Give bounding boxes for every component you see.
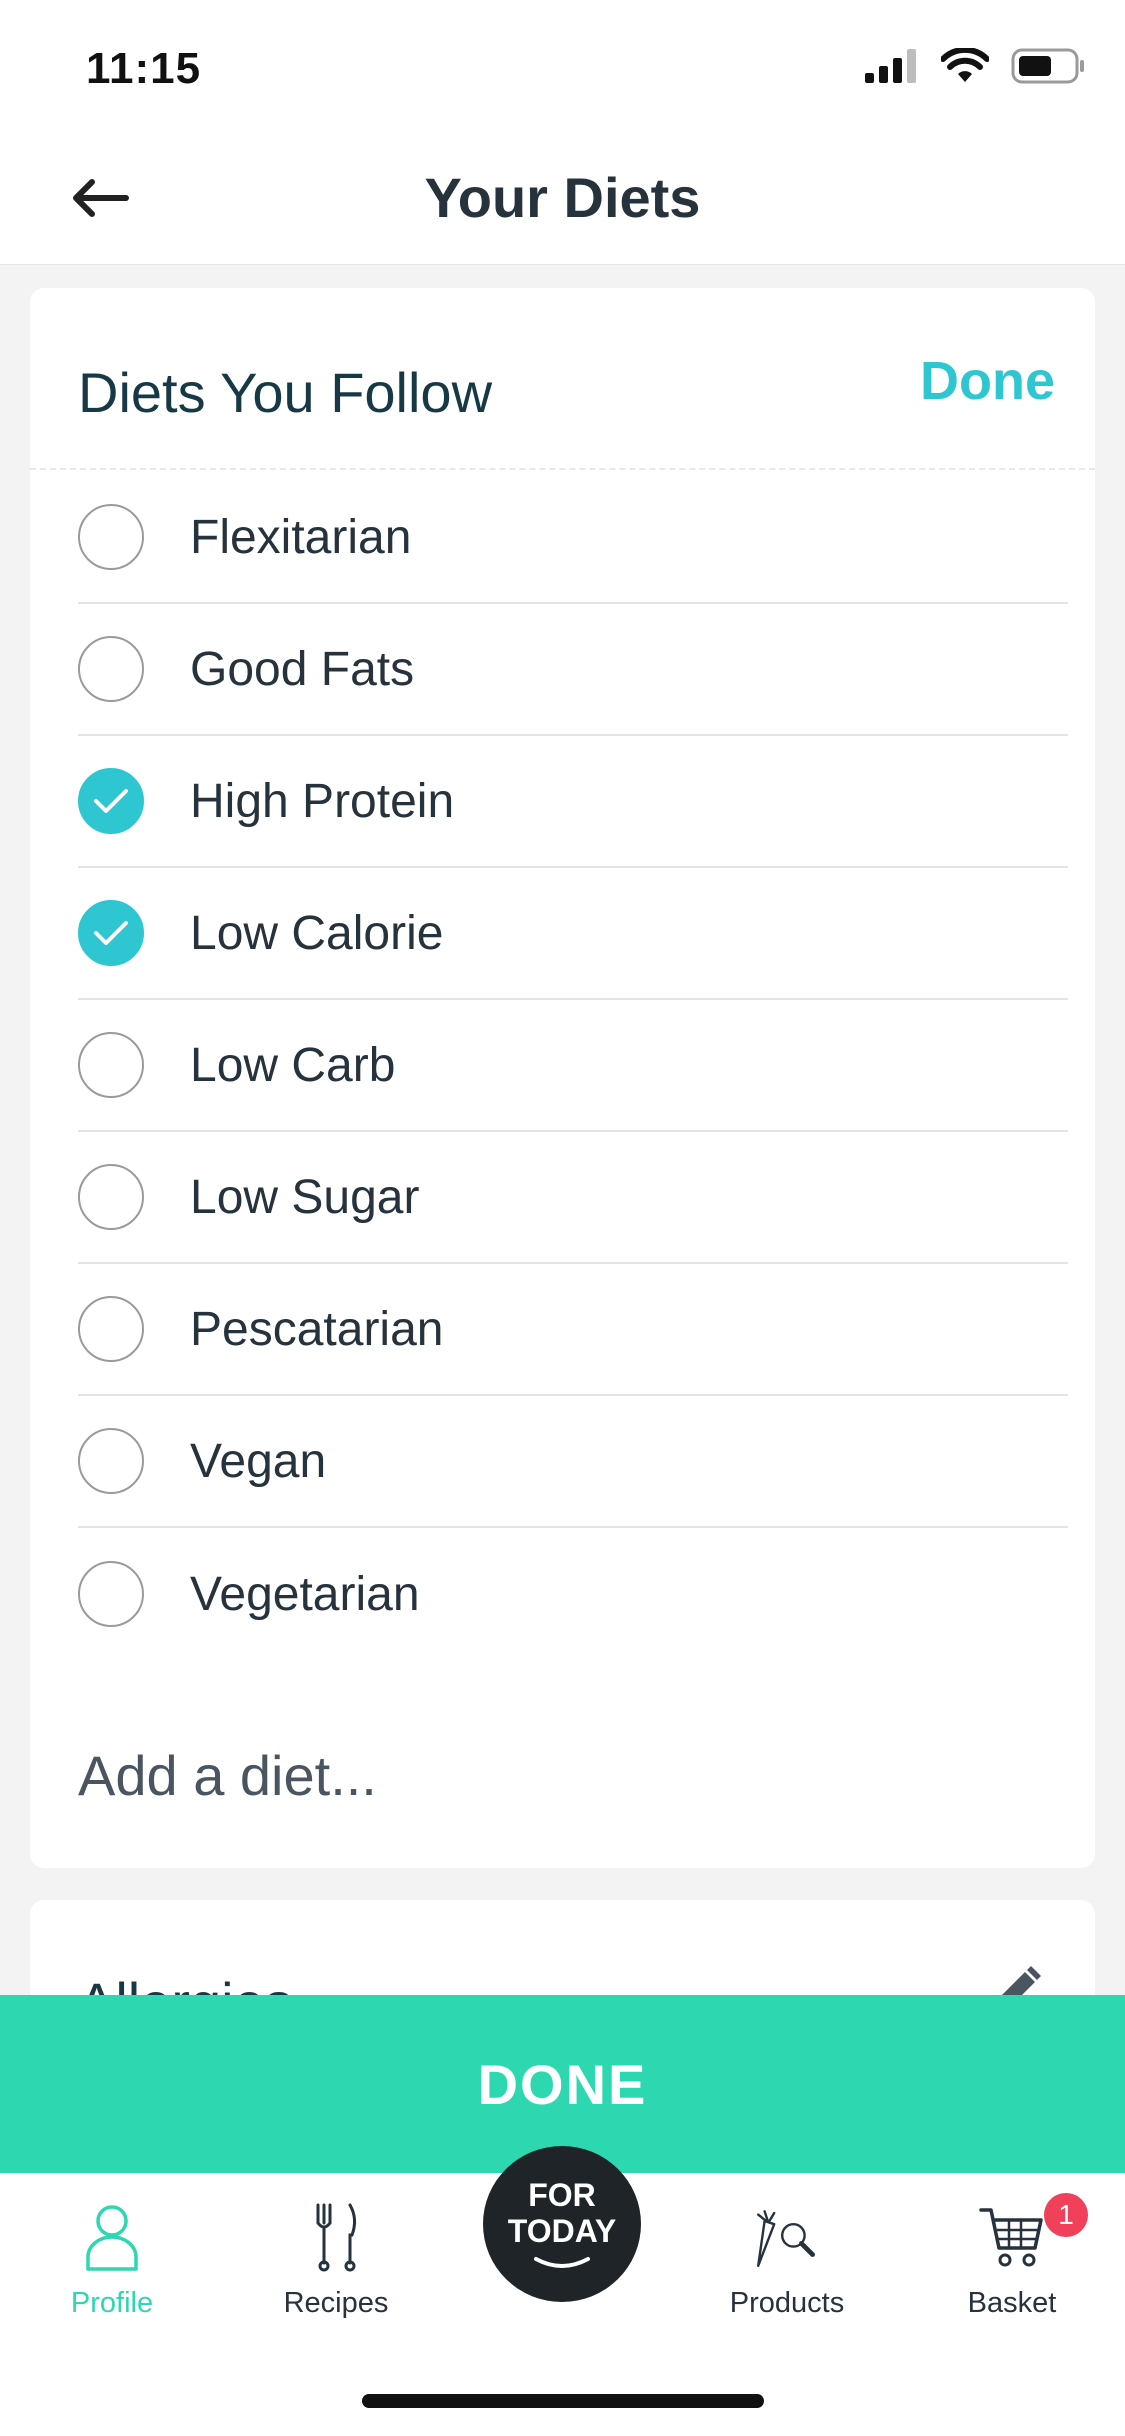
basket-count-badge: 1 [1044,2193,1088,2237]
diets-done-button[interactable]: Done [920,350,1055,412]
diet-label: Vegetarian [190,1567,420,1621]
diet-option-low-calorie[interactable]: Low Calorie [78,868,1068,1000]
diet-label: Low Sugar [190,1170,420,1224]
diet-list: Flexitarian Good Fats High Protein Low C… [78,472,1068,1660]
radio-button[interactable] [78,1296,144,1362]
diets-card: Diets You Follow Done Flexitarian Good F… [30,288,1095,1868]
diet-label: Pescatarian [190,1302,444,1356]
diets-card-title: Diets You Follow [78,361,493,424]
diet-label: High Protein [190,774,455,828]
status-time: 11:15 [86,44,202,93]
battery-icon [1011,48,1084,84]
radio-button[interactable] [78,768,144,834]
checkmark-icon [94,921,128,945]
tab-basket[interactable]: Basket 1 [922,2193,1102,2347]
diet-label: Flexitarian [190,510,412,564]
diet-label: Low Carb [190,1038,396,1092]
diet-label: Good Fats [190,642,415,696]
for-today-line1: FOR [528,2177,596,2213]
for-today-button[interactable]: FOR TODAY [483,2146,641,2302]
tab-products[interactable]: Products [697,2197,877,2347]
nav-header: Your Diets [0,135,1125,265]
smile-icon [534,2257,590,2268]
status-bar: 11:15 [0,0,1125,135]
home-indicator [362,2394,764,2408]
diet-option-vegan[interactable]: Vegan [78,1396,1068,1528]
radio-button[interactable] [78,1428,144,1494]
basket-icon [972,2197,1052,2277]
diet-label: Low Calorie [190,906,444,960]
signal-icon [865,49,916,83]
radio-button[interactable] [78,636,144,702]
tab-recipes[interactable]: Recipes [246,2197,426,2347]
radio-button[interactable] [78,1164,144,1230]
diet-option-high-protein[interactable]: High Protein [78,736,1068,868]
tab-label: Recipes [283,2287,389,2319]
diet-option-low-sugar[interactable]: Low Sugar [78,1132,1068,1264]
diet-option-flexitarian[interactable]: Flexitarian [78,472,1068,604]
diet-option-pescatarian[interactable]: Pescatarian [78,1264,1068,1396]
screen: 11:15 Your Diets Diets You Follow Done F… [0,0,1125,2436]
diet-option-good-fats[interactable]: Good Fats [78,604,1068,736]
radio-button[interactable] [78,1032,144,1098]
tab-profile[interactable]: Profile [22,2197,202,2347]
fork-knife-icon [296,2197,376,2277]
radio-button[interactable] [78,504,144,570]
radio-button[interactable] [78,1561,144,1627]
divider [30,468,1095,470]
tab-label: Profile [70,2287,154,2319]
diet-option-vegetarian[interactable]: Vegetarian [78,1528,1068,1660]
profile-icon [72,2197,152,2277]
page-title: Your Diets [424,166,701,229]
add-diet-input[interactable]: Add a diet... [78,1743,377,1808]
diet-option-low-carb[interactable]: Low Carb [78,1000,1068,1132]
tab-label: Products [729,2287,845,2319]
checkmark-icon [94,789,128,813]
radio-button[interactable] [78,900,144,966]
done-button-label: DONE [477,2052,648,2116]
for-today-line2: TODAY [507,2213,617,2249]
tab-label: Basket [967,2287,1057,2319]
diet-label: Vegan [190,1434,327,1488]
carrot-search-icon [747,2197,827,2277]
status-icons [865,48,1085,84]
wifi-icon [941,48,989,82]
